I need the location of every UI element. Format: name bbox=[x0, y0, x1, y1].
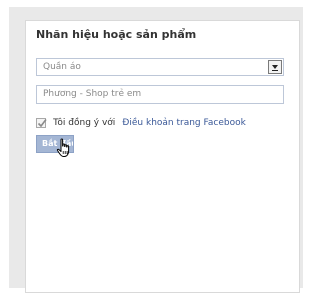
panel-title: Nhãn hiệu hoặc sản phẩm bbox=[36, 28, 197, 41]
category-select[interactable]: Quần áo bbox=[36, 58, 284, 76]
category-select-value: Quần áo bbox=[43, 62, 81, 72]
page-name-value: Phương - Shop trẻ em bbox=[43, 89, 142, 99]
page-name-input[interactable]: Phương - Shop trẻ em bbox=[36, 85, 284, 104]
checkmark-icon bbox=[37, 118, 47, 127]
widget-frame: Nhãn hiệu hoặc sản phẩm Quần áo Phương -… bbox=[9, 7, 303, 293]
page-create-panel: Nhãn hiệu hoặc sản phẩm Quần áo Phương -… bbox=[25, 20, 300, 293]
dropdown-arrow-icon[interactable] bbox=[268, 60, 282, 74]
terms-label: Tôi đồng ý với bbox=[53, 117, 116, 128]
terms-link[interactable]: Điều khoản trang Facebook bbox=[122, 118, 245, 128]
terms-checkbox[interactable] bbox=[36, 117, 47, 128]
hand-cursor-icon bbox=[56, 138, 70, 157]
terms-agreement: Tôi đồng ý với Điều khoản trang Facebook bbox=[36, 112, 246, 128]
